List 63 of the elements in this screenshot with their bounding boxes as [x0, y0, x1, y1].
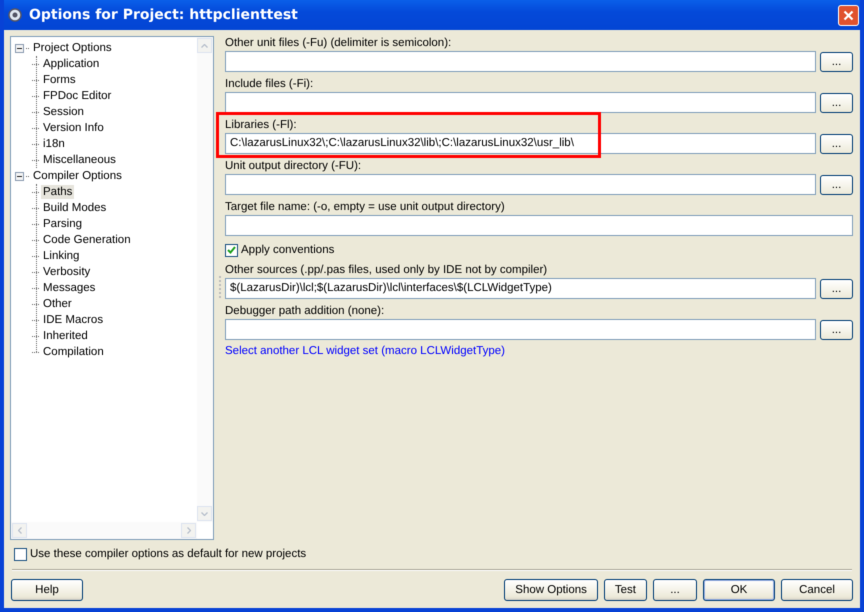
tree-item[interactable]: Compiler Options: [31, 169, 124, 183]
tree-item[interactable]: IDE Macros: [41, 313, 106, 327]
scroll-up-icon[interactable]: [201, 44, 208, 48]
field-label: Debugger path addition (none):: [225, 304, 386, 319]
dialog-button[interactable]: Help: [11, 579, 83, 601]
checkbox[interactable]: [14, 548, 27, 560]
scroll-down-icon[interactable]: [201, 512, 208, 516]
tree-item[interactable]: Linking: [41, 249, 82, 263]
browse-button[interactable]: ...: [820, 278, 853, 298]
tree-item[interactable]: Other: [41, 297, 74, 311]
vertical-scrollbar[interactable]: [197, 37, 213, 522]
browse-button[interactable]: ...: [820, 174, 853, 194]
dialog-button[interactable]: Show Options: [504, 579, 598, 601]
close-icon: [843, 10, 854, 20]
tree-item[interactable]: Verbosity: [41, 265, 92, 279]
tree-item[interactable]: Application: [41, 57, 102, 71]
browse-button[interactable]: ...: [820, 92, 853, 112]
field-label: Other sources (.pp/.pas files, used only by IDE not by compiler): [225, 263, 548, 278]
checkmark-icon: [227, 246, 236, 254]
field-label: Unit output directory (-FU):: [225, 159, 362, 174]
input-field[interactable]: C:\lazarusLinux32\;C:\lazarusLinux32\lib\;C:\lazarusLinux32\usr_lib\: [225, 133, 816, 154]
checkbox[interactable]: [225, 244, 238, 256]
dialog-button[interactable]: OK: [703, 579, 775, 601]
input-field[interactable]: [225, 215, 853, 236]
field-label: Target file name: (-o, empty = use unit output directory): [225, 200, 506, 215]
collapse-toggle[interactable]: [15, 172, 24, 180]
input-field[interactable]: [225, 92, 816, 113]
tree-item[interactable]: Messages: [41, 281, 98, 295]
checkbox-label: Use these compiler options as default for new projects: [30, 548, 306, 560]
field-label: Libraries (-Fl):: [225, 118, 298, 133]
browse-button[interactable]: ...: [820, 320, 853, 340]
input-field[interactable]: $(LazarusDir)\lcl;$(LazarusDir)\lcl\interfaces\$(LCLWidgetType): [225, 278, 816, 299]
tree-item[interactable]: Session: [41, 105, 86, 119]
tree-item[interactable]: Code Generation: [41, 233, 133, 247]
widget-set-link[interactable]: Select another LCL widget set (macro LCLWidgetType): [225, 345, 505, 357]
tree-item[interactable]: Project Options: [31, 41, 114, 55]
tree-item[interactable]: Miscellaneous: [41, 153, 118, 167]
collapse-toggle[interactable]: [15, 44, 24, 52]
tree-item[interactable]: FPDoc Editor: [41, 89, 114, 103]
scroll-left-icon[interactable]: [18, 527, 22, 534]
scroll-right-icon[interactable]: [186, 527, 190, 534]
horizontal-scrollbar[interactable]: [11, 522, 197, 539]
dialog-button[interactable]: Cancel: [781, 579, 853, 601]
input-field[interactable]: [225, 319, 816, 340]
dialog-button[interactable]: Test: [604, 579, 647, 601]
checkbox-label: Apply conventions: [241, 244, 334, 256]
dialog-button[interactable]: ...: [653, 579, 697, 601]
tree-item[interactable]: Parsing: [41, 217, 84, 231]
tree-item[interactable]: Compilation: [41, 345, 106, 359]
tree-item[interactable]: Forms: [41, 73, 78, 87]
field-label: Other unit files (-Fu) (delimiter is semicolon):: [225, 36, 452, 51]
input-field[interactable]: [225, 174, 816, 195]
tree-item[interactable]: i18n: [41, 137, 67, 151]
tree-item[interactable]: Build Modes: [41, 201, 108, 215]
tree-item[interactable]: Version Info: [41, 121, 106, 135]
tree-item[interactable]: Paths: [41, 185, 74, 199]
window-title: Options for Project: httpclienttest: [29, 7, 299, 23]
field-label: Include files (-Fi):: [225, 77, 314, 92]
input-field[interactable]: [225, 51, 816, 72]
close-button[interactable]: [838, 4, 859, 26]
browse-button[interactable]: ...: [820, 52, 853, 72]
browse-button[interactable]: ...: [820, 134, 853, 154]
tree-item[interactable]: Inherited: [41, 329, 90, 343]
